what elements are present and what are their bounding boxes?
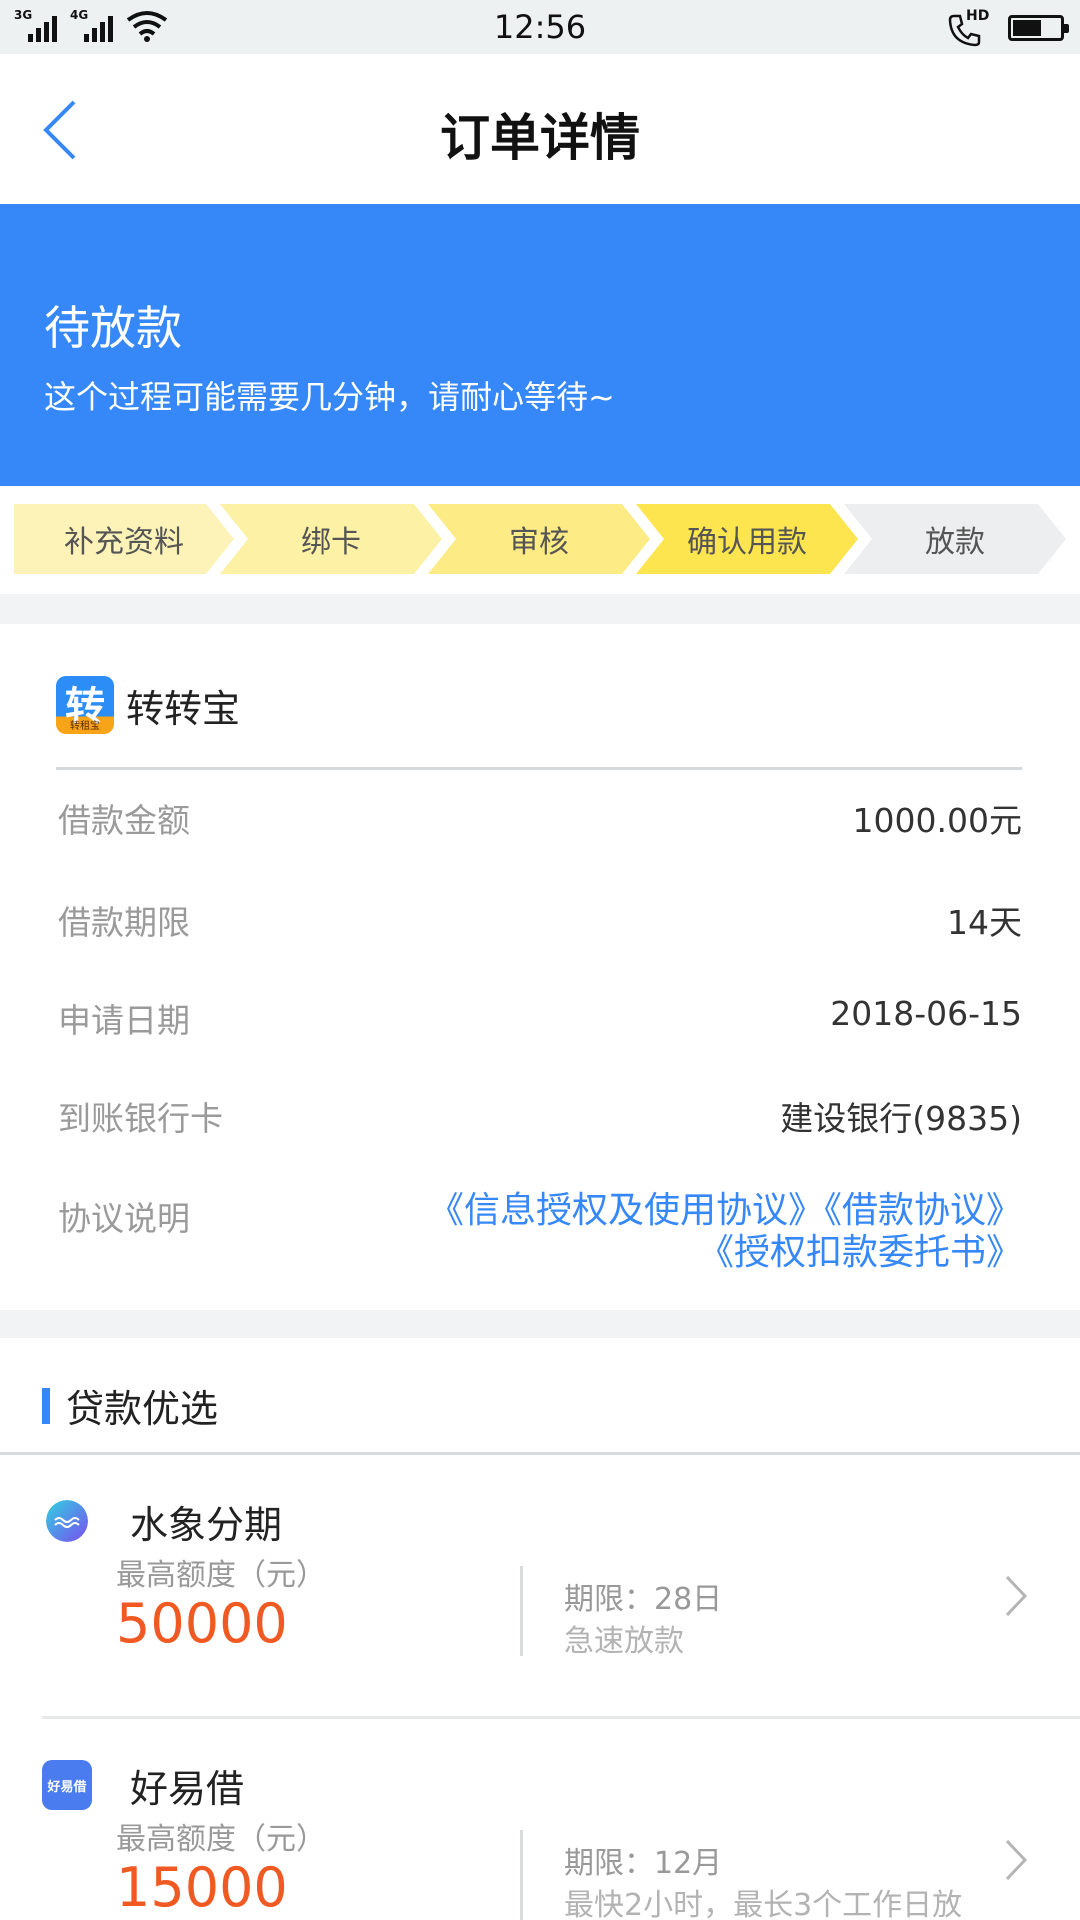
step-label: 确认用款	[687, 525, 807, 560]
divider	[520, 1566, 523, 1656]
row-label: 借款期限	[58, 903, 190, 942]
divider	[0, 1452, 1080, 1455]
max-limit-label: 最高额度（元）	[116, 1822, 326, 1857]
divider	[520, 1830, 523, 1920]
nav-header: 订单详情	[0, 54, 1080, 204]
merchant-logo-icon: 转 转租宝	[56, 676, 114, 734]
haoyijie-logo-icon: 好易借	[42, 1760, 92, 1810]
divider	[42, 1716, 1080, 1719]
hd-badge: HD	[966, 8, 990, 24]
step-item: 放款	[844, 504, 1066, 574]
max-limit-amount: 15000	[116, 1856, 288, 1919]
status-bar: 3G 4G 12:56 HD	[0, 0, 1080, 54]
status-hint: 这个过程可能需要几分钟，请耐心等待~	[44, 378, 615, 416]
merchant-header: 转 转租宝 转转宝	[56, 676, 240, 734]
loan-product-item[interactable]: 水象分期 最高额度（元） 50000 期限：28日 急速放款	[0, 1456, 1080, 1718]
row-label: 协议说明	[58, 1199, 190, 1238]
progress-steps: 补充资料 绑卡 审核 确认用款 放款	[0, 486, 1080, 594]
recommend-section: 贷款优选 水象分期 最高额度（元） 50000 期限：28日 急速放款 好易借 …	[0, 1338, 1080, 1920]
status-banner: 待放款 这个过程可能需要几分钟，请耐心等待~	[0, 204, 1080, 486]
product-desc: 急速放款	[564, 1624, 684, 1659]
row-value: 建设银行(9835)	[780, 1099, 1022, 1138]
merchant-logo-subtext: 转租宝	[70, 721, 100, 732]
product-desc: 最快2小时，最长3个工作日放	[564, 1888, 963, 1920]
row-label: 借款金额	[58, 801, 190, 840]
step-label: 补充资料	[64, 525, 184, 560]
max-limit-label: 最高额度（元）	[116, 1558, 326, 1593]
agreement-links: 《信息授权及使用协议》《借款协议》 《授权扣款委托书》	[428, 1190, 1022, 1274]
product-term: 期限：12月	[564, 1846, 723, 1881]
row-value: 2018-06-15	[830, 994, 1022, 1033]
loan-product-item[interactable]: 好易借 好易借 最高额度（元） 15000 期限：12月 最快2小时，最长3个工…	[0, 1720, 1080, 1920]
step-label: 审核	[509, 525, 569, 560]
battery-icon	[1008, 15, 1069, 41]
logo-text: 好易借	[47, 1779, 87, 1795]
product-name: 水象分期	[130, 1503, 283, 1547]
step-item: 补充资料	[14, 504, 234, 574]
water-drop-icon	[46, 1500, 88, 1542]
product-term: 期限：28日	[564, 1582, 723, 1617]
product-name: 好易借	[130, 1767, 245, 1811]
order-card: 转 转租宝 转转宝 借款金额 1000.00元 借款期限 14天 申请日期 20…	[0, 624, 1080, 1310]
step-item-current: 确认用款	[636, 504, 858, 574]
max-limit-amount: 50000	[116, 1592, 288, 1655]
section-marker	[42, 1387, 50, 1424]
page-title: 订单详情	[440, 109, 640, 167]
step-item: 审核	[428, 504, 650, 574]
divider	[56, 767, 1022, 770]
chevron-right-icon	[1005, 1575, 1028, 1617]
step-label: 放款	[925, 525, 985, 560]
order-status: 待放款	[44, 301, 182, 355]
section-title: 贷款优选	[42, 1378, 218, 1433]
row-value: 14天	[947, 903, 1022, 942]
section-title-text: 贷款优选	[66, 1387, 219, 1431]
agreement-link-info-auth[interactable]: 《信息授权及使用协议》	[428, 1190, 824, 1231]
row-value: 1000.00元	[852, 801, 1022, 840]
row-label: 申请日期	[58, 1001, 190, 1040]
hd-call-icon: HD	[946, 8, 990, 47]
clock: 12:56	[493, 8, 587, 46]
step-label: 绑卡	[301, 525, 361, 560]
agreement-link-debit-auth[interactable]: 《授权扣款委托书》	[698, 1232, 1022, 1273]
agreement-link-loan[interactable]: 《借款协议》	[824, 1190, 1022, 1231]
step-item: 绑卡	[220, 504, 442, 574]
chevron-right-icon	[1005, 1839, 1028, 1881]
row-label: 到账银行卡	[58, 1099, 223, 1138]
merchant-name: 转转宝	[126, 686, 241, 731]
